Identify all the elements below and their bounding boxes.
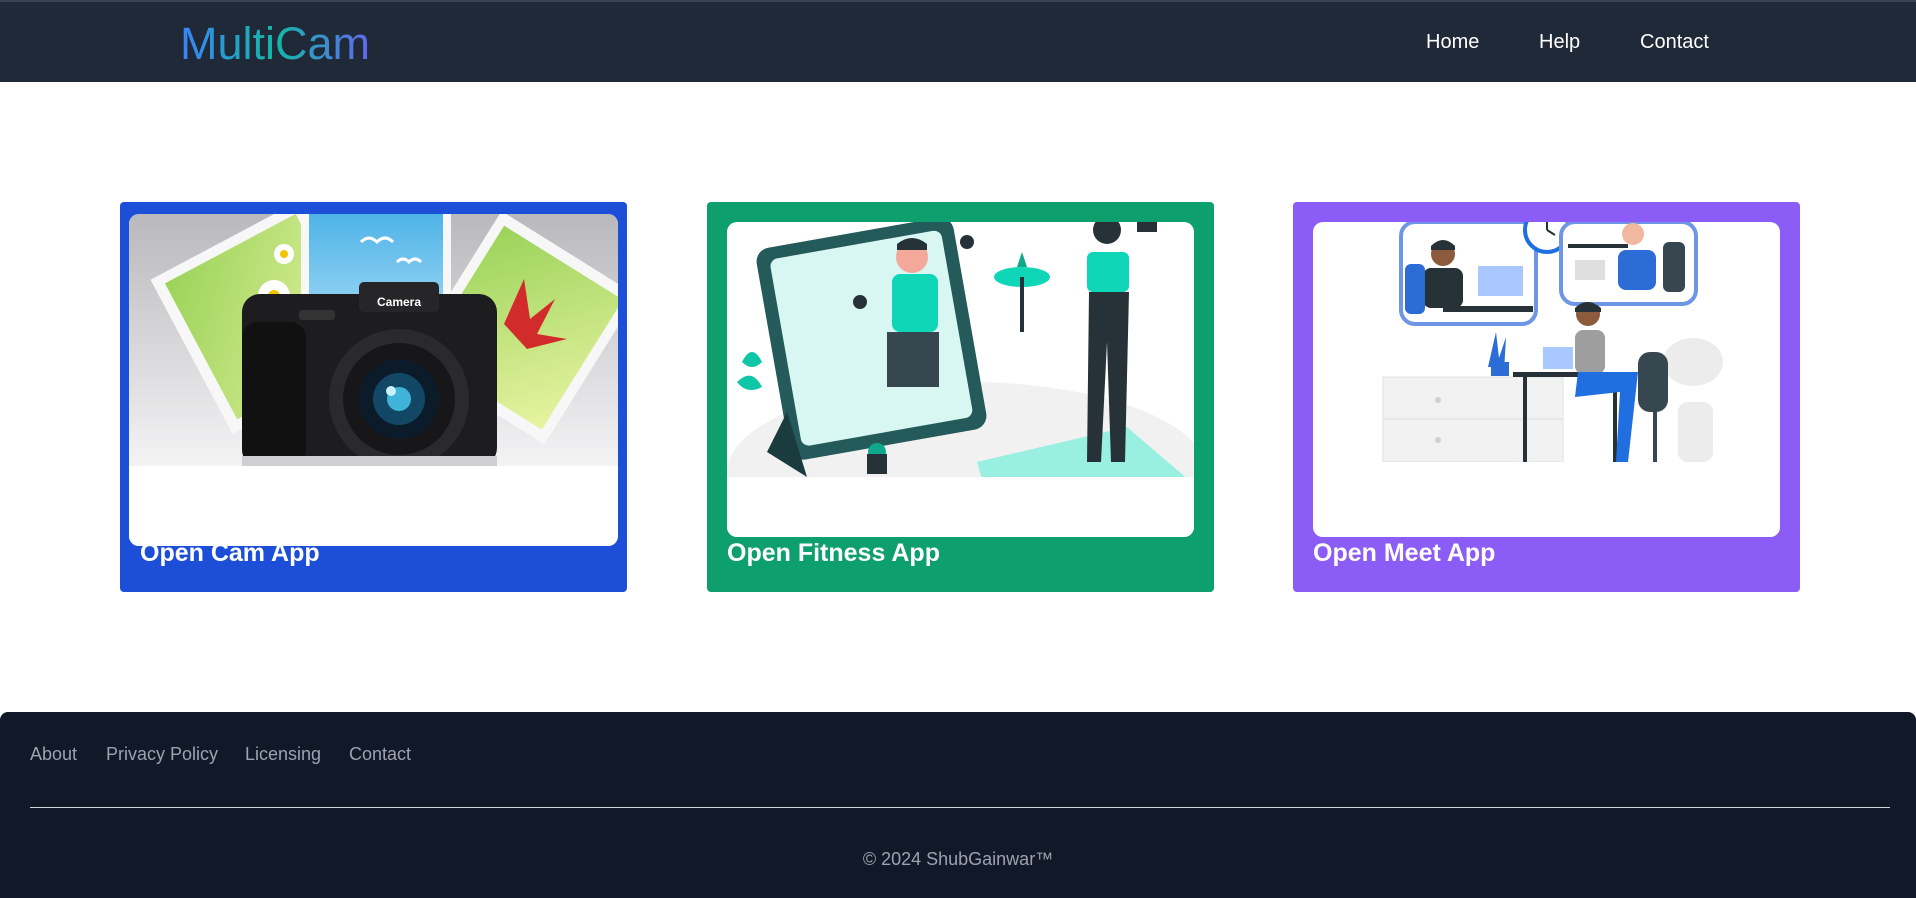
- footer-divider: [30, 807, 1890, 808]
- camera-brand-text: Camera: [377, 295, 421, 309]
- open-meet-app-button[interactable]: Open Meet App: [1313, 539, 1495, 568]
- meet-app-card[interactable]: Open Meet App: [1293, 202, 1800, 592]
- top-navbar: MultiCam Home Help Contact: [0, 0, 1916, 82]
- fitness-illustration: [727, 222, 1194, 537]
- nav-contact-link[interactable]: Contact: [1640, 31, 1709, 54]
- footer-privacy-policy-link[interactable]: Privacy Policy: [106, 744, 218, 765]
- meet-app-image-panel: [1313, 222, 1780, 537]
- cam-app-card[interactable]: Camera Open Cam App: [120, 202, 627, 592]
- fitness-app-card[interactable]: Open Fitness App: [707, 202, 1214, 592]
- copyright-text: © 2024 ShubGainwar™: [862, 849, 1054, 869]
- camera-illustration: Camera: [129, 214, 618, 546]
- footer-contact-link[interactable]: Contact: [349, 744, 411, 765]
- footer-licensing-link[interactable]: Licensing: [245, 744, 321, 765]
- footer-about-link[interactable]: About: [30, 744, 77, 765]
- open-fitness-app-button[interactable]: Open Fitness App: [727, 539, 940, 568]
- fitness-app-image-panel: [727, 222, 1194, 537]
- brand-logo[interactable]: MultiCam: [180, 18, 370, 70]
- meeting-illustration: [1313, 222, 1780, 537]
- site-footer: About Privacy Policy Licensing Contact ©…: [0, 712, 1916, 898]
- nav-help-link[interactable]: Help: [1539, 31, 1580, 54]
- cam-app-image-panel: Camera: [129, 214, 618, 546]
- open-cam-app-button[interactable]: Open Cam App: [140, 539, 320, 568]
- nav-home-link[interactable]: Home: [1426, 31, 1479, 54]
